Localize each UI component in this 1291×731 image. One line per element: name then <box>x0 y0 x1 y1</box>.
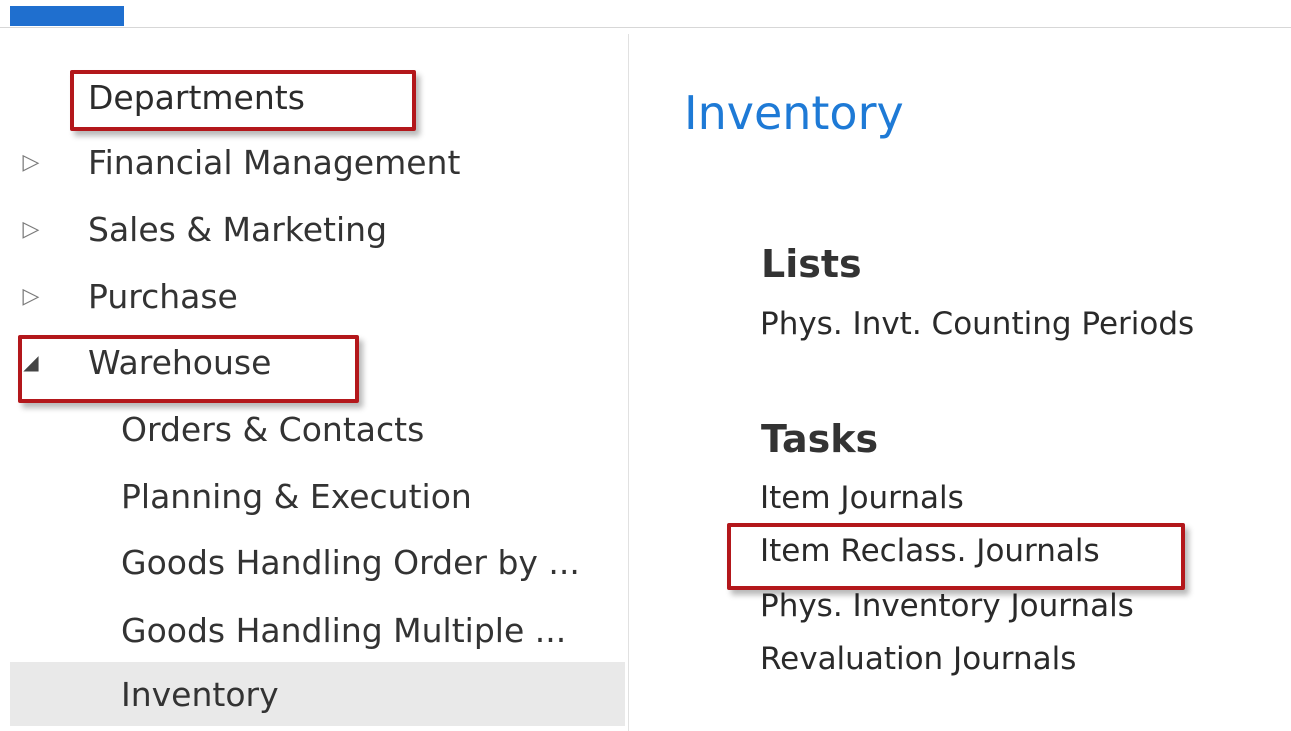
lists-heading: Lists <box>761 242 862 286</box>
nav-subitem-label: Planning & Execution <box>121 476 472 516</box>
nav-subitem-goods-handling-multiple[interactable]: Goods Handling Multiple ... <box>10 598 625 662</box>
link-phys-inventory-journals[interactable]: Phys. Inventory Journals <box>760 588 1134 624</box>
nav-subitem-planning-execution[interactable]: Planning & Execution <box>10 464 625 528</box>
inventory-content-pane: Inventory Lists Phys. Invt. Counting Per… <box>629 0 1291 731</box>
departments-label: Departments <box>88 77 305 117</box>
expand-arrow-icon[interactable]: ▷ <box>20 217 42 242</box>
nav-subitem-label: Goods Handling Multiple ... <box>121 610 567 650</box>
nav-item-label: Purchase <box>88 276 238 316</box>
nav-item-purchase[interactable]: ▷ Purchase <box>10 264 625 328</box>
nav-item-warehouse[interactable]: ◢ Warehouse <box>10 330 625 394</box>
nav-subitem-inventory[interactable]: Inventory <box>10 662 625 726</box>
nav-subitem-label: Goods Handling Order by ... <box>121 542 580 582</box>
tasks-heading: Tasks <box>761 417 879 461</box>
link-item-journals[interactable]: Item Journals <box>760 480 964 516</box>
nav-item-label: Financial Management <box>88 142 461 182</box>
nav-item-label: Warehouse <box>88 342 272 382</box>
nav-subitem-label: Inventory <box>121 674 279 714</box>
nav-item-sales-marketing[interactable]: ▷ Sales & Marketing <box>10 197 625 261</box>
nav-item-financial-management[interactable]: ▷ Financial Management <box>10 130 625 194</box>
link-revaluation-journals[interactable]: Revaluation Journals <box>760 641 1076 677</box>
expand-arrow-icon[interactable]: ▷ <box>20 284 42 309</box>
nav-header-departments[interactable]: Departments <box>10 65 625 129</box>
collapse-arrow-icon[interactable]: ◢ <box>20 350 42 374</box>
link-phys-invt-counting-periods[interactable]: Phys. Invt. Counting Periods <box>760 306 1194 342</box>
nav-subitem-label: Orders & Contacts <box>121 409 425 449</box>
expand-arrow-icon[interactable]: ▷ <box>20 150 42 175</box>
nav-subitem-goods-handling-order[interactable]: Goods Handling Order by ... <box>10 530 625 594</box>
nav-item-label: Sales & Marketing <box>88 209 388 249</box>
nav-subitem-orders-contacts[interactable]: Orders & Contacts <box>10 397 625 461</box>
page-title: Inventory <box>684 86 904 140</box>
departments-nav: Departments ▷ Financial Management ▷ Sal… <box>0 0 628 731</box>
link-item-reclass-journals[interactable]: Item Reclass. Journals <box>760 533 1100 569</box>
